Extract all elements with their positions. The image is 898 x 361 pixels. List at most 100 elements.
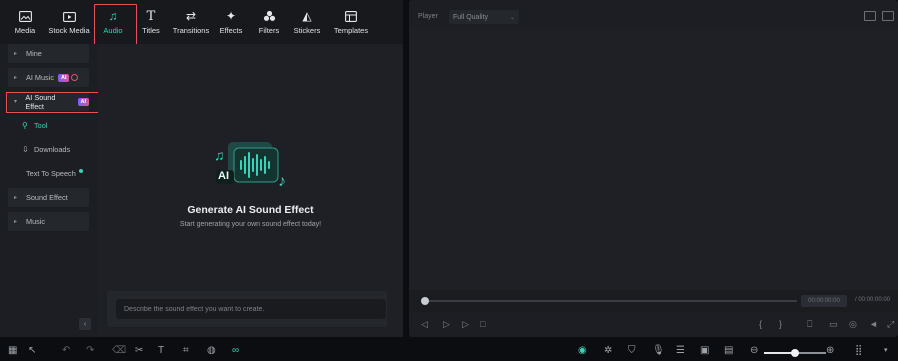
library-panel: Media Stock Media ♫ Audio T Titles ⇄ Tra… [0, 0, 403, 337]
pip-icon[interactable]: ▣ [700, 344, 709, 357]
subtitle-icon[interactable]: ☰ [676, 344, 685, 357]
undo-icon[interactable]: ↶ [62, 344, 70, 357]
speed-icon[interactable]: ✲ [604, 344, 612, 357]
page-title: Generate AI Sound Effect [187, 204, 314, 216]
ai-assistant-icon[interactable]: ◉ [578, 344, 587, 357]
grid-icon[interactable]: ⣿ [855, 344, 862, 357]
mark-in-icon[interactable]: { [759, 318, 762, 330]
player-label: Player [418, 13, 438, 20]
snapshot-icon[interactable] [864, 11, 876, 21]
sidebar-item-mine[interactable]: ▸ Mine [8, 44, 89, 63]
scrub-track[interactable] [424, 300, 797, 302]
tab-transitions[interactable]: ⇄ Transitions [170, 0, 212, 44]
tab-templates[interactable]: Templates [326, 0, 376, 44]
sidebar-item-label: Downloads [34, 145, 71, 154]
tab-templates-label: Templates [333, 26, 369, 35]
microphone-icon[interactable]: 🎙 [652, 344, 665, 357]
sidebar-item-label: Tool [34, 121, 48, 130]
fullscreen-icon[interactable]: ⎕ [807, 318, 812, 330]
zoom-slider-handle[interactable] [791, 349, 799, 357]
zoom-out-icon[interactable]: ⊖ [750, 344, 758, 357]
templates-icon [344, 9, 358, 23]
sidebar-item-sound-effect[interactable]: ▸ Sound Effect [8, 188, 89, 207]
total-timecode: / 00:00:00:00 [855, 297, 891, 303]
delete-icon[interactable]: ⌫ [112, 344, 126, 357]
mark-out-icon[interactable]: } [779, 318, 782, 330]
tab-effects[interactable]: ✦ Effects [212, 0, 250, 44]
sidebar-item-text-to-speech[interactable]: Text To Speech [8, 164, 89, 183]
svg-text:♪: ♪ [278, 173, 286, 190]
select-tool-icon[interactable]: ↖ [28, 344, 36, 357]
caret-right-icon: ▸ [14, 75, 18, 81]
quality-value: Full Quality [453, 13, 489, 21]
previous-frame-icon[interactable]: ◁ [421, 318, 428, 330]
sidebar-item-ai-music[interactable]: ▸ AI Music AI [8, 68, 89, 87]
collapse-sidebar-button[interactable]: ‹ [79, 318, 91, 330]
ai-sound-effect-panel: ♫ ♪ AI Generate AI Sound Effect Start ge… [98, 44, 403, 337]
titles-icon: T [146, 8, 156, 24]
svg-text:♫: ♫ [214, 147, 225, 163]
screen-icon[interactable]: ▭ [829, 318, 838, 330]
tab-stickers-label: Stickers [293, 26, 321, 35]
filters-icon [262, 9, 276, 23]
sidebar-item-label: Text To Speech [26, 169, 76, 178]
expand-icon[interactable]: ⤢ [887, 318, 894, 330]
page-subtitle: Start generating your own sound effect t… [179, 221, 322, 228]
play-icon[interactable]: ▷ [462, 318, 469, 330]
tab-audio-label: Audio [103, 26, 123, 35]
more-options-icon[interactable]: ▾ [884, 344, 888, 357]
tab-media-label: Media [14, 26, 36, 35]
chevron-down-icon: ⌄ [509, 14, 515, 21]
camera-icon[interactable]: ◎ [849, 318, 857, 330]
sidebar-item-music[interactable]: ▸ Music [8, 212, 89, 231]
tab-titles[interactable]: T Titles [132, 0, 170, 44]
preview-viewport[interactable] [409, 28, 898, 290]
prompt-container [107, 291, 387, 327]
tab-filters-label: Filters [258, 26, 280, 35]
link-icon[interactable]: ∞ [232, 344, 239, 357]
text-icon[interactable]: T [158, 344, 164, 357]
tab-titles-label: Titles [142, 26, 160, 35]
tab-stock-media[interactable]: Stock Media [44, 0, 94, 44]
redo-icon[interactable]: ↷ [86, 344, 94, 357]
volume-icon[interactable]: ◄ [869, 318, 878, 330]
tab-stickers[interactable]: ◭ Stickers [288, 0, 326, 44]
quality-dropdown[interactable]: Full Quality ⌄ [449, 10, 519, 24]
sidebar-item-label: Sound Effect [26, 193, 68, 202]
player-header: Player Full Quality ⌄ [409, 8, 898, 26]
tab-transitions-label: Transitions [172, 26, 210, 35]
media-toolbar: Media Stock Media ♫ Audio T Titles ⇄ Tra… [0, 0, 403, 44]
ai-sound-effect-highlight [6, 92, 108, 113]
play-backward-icon[interactable]: ▷ [443, 318, 450, 330]
tab-media[interactable]: Media [6, 0, 44, 44]
crop-icon[interactable]: ⌗ [183, 344, 189, 357]
playhead-handle[interactable] [421, 297, 429, 305]
sidebar-item-tool[interactable]: ⚲ Tool [8, 116, 89, 135]
tab-effects-label: Effects [219, 26, 243, 35]
sound-effect-prompt-input[interactable] [116, 299, 386, 319]
split-icon[interactable]: ✂ [135, 344, 143, 357]
player-panel: Player Full Quality ⌄ 00:00:00:00 / 00:0… [409, 0, 898, 337]
sidebar-item-label: Mine [26, 49, 42, 58]
sidebar-item-downloads[interactable]: ⇩ Downloads [8, 140, 89, 159]
layout-icon[interactable]: ▦ [8, 344, 17, 357]
tab-stock-media-label: Stock Media [48, 26, 90, 35]
frame-icon[interactable]: ▤ [724, 344, 733, 357]
music-note-icon: ♫ [108, 9, 118, 23]
caret-right-icon: ▸ [14, 195, 18, 201]
color-icon[interactable]: ◍ [207, 344, 216, 357]
tab-filters[interactable]: Filters [250, 0, 288, 44]
stop-icon[interactable]: □ [480, 318, 485, 330]
tab-audio[interactable]: ♫ Audio [94, 0, 132, 44]
current-timecode: 00:00:00:00 [801, 295, 847, 307]
display-settings-icon[interactable] [882, 11, 894, 21]
info-icon [71, 74, 79, 81]
playback-controls: ◁ ▷ ▷ □ { } ⎕ ▭ ◎ ◄ ⤢ [409, 312, 898, 337]
wand-icon: ⚲ [22, 121, 28, 130]
shield-icon[interactable]: ⛉ [628, 344, 636, 357]
sidebar: ▸ Mine ▸ AI Music AI ▾ AI Sound Effect A… [0, 44, 98, 337]
transitions-icon: ⇄ [185, 9, 197, 23]
timeline-toolbar: ▦ ↖ ↶ ↷ ⌫ ✂ T ⌗ ◍ ∞ ◉ ✲ ⛉ 🎙 ☰ ▣ ▤ ⊖ ⊕ ⣿ … [0, 340, 898, 361]
zoom-in-icon[interactable]: ⊕ [826, 344, 834, 357]
sidebar-item-label: Music [26, 217, 46, 226]
